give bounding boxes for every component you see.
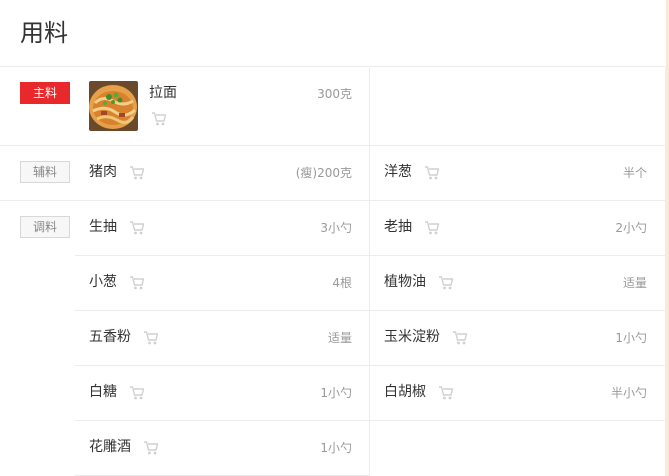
ingredient-amount: 半小勺	[610, 386, 647, 400]
ingredient-amount: 适量	[327, 331, 352, 345]
ingredient-name[interactable]: 五香粉	[89, 328, 131, 346]
divider	[0, 200, 666, 201]
ingredient-name[interactable]: 小葱	[89, 273, 117, 291]
ingredient-amount: (瘦)200克	[295, 166, 352, 180]
divider	[0, 145, 666, 146]
divider	[75, 365, 666, 366]
seasoning-tag: 调料	[20, 216, 70, 238]
ingredient-name[interactable]: 白糖	[89, 383, 117, 401]
ingredients-header: 用料	[0, 0, 666, 67]
page-title: 用料	[20, 19, 68, 47]
ingredient-name[interactable]: 拉面	[149, 84, 177, 102]
shopping-cart-icon[interactable]	[129, 165, 145, 181]
column-divider	[665, 68, 666, 476]
ingredient-amount: 300克	[317, 87, 352, 101]
noodle-thumbnail[interactable]	[89, 81, 138, 131]
shopping-cart-icon[interactable]	[143, 440, 159, 456]
shopping-cart-icon[interactable]	[129, 275, 145, 291]
main-ingredient-tag: 主料	[20, 82, 70, 104]
column-divider	[369, 68, 370, 476]
ingredient-amount: 1小勺	[615, 331, 647, 345]
ingredient-amount: 适量	[622, 276, 647, 290]
ingredient-name[interactable]: 白胡椒	[384, 383, 426, 401]
ingredient-name[interactable]: 玉米淀粉	[384, 328, 440, 346]
divider	[75, 255, 666, 256]
divider	[75, 420, 666, 421]
ingredient-name[interactable]: 花雕酒	[89, 438, 131, 456]
shopping-cart-icon[interactable]	[452, 330, 468, 346]
aux-ingredient-tag: 辅料	[20, 161, 70, 183]
shopping-cart-icon[interactable]	[424, 165, 440, 181]
shopping-cart-icon[interactable]	[438, 275, 454, 291]
ingredient-name[interactable]: 猪肉	[89, 163, 117, 181]
ingredient-amount: 4根	[332, 276, 352, 290]
shopping-cart-icon[interactable]	[129, 385, 145, 401]
ingredient-name[interactable]: 植物油	[384, 273, 426, 291]
shopping-cart-icon[interactable]	[129, 220, 145, 236]
ingredient-name[interactable]: 生抽	[89, 218, 117, 236]
ingredient-amount: 半个	[622, 166, 647, 180]
shopping-cart-icon[interactable]	[438, 385, 454, 401]
shopping-cart-icon[interactable]	[143, 330, 159, 346]
ingredient-amount: 3小勺	[320, 221, 352, 235]
divider	[75, 310, 666, 311]
ingredient-name[interactable]: 老抽	[384, 218, 412, 236]
ingredient-name[interactable]: 洋葱	[384, 163, 412, 181]
shopping-cart-icon[interactable]	[151, 111, 167, 127]
ingredient-amount: 2小勺	[615, 221, 647, 235]
ingredient-amount: 1小勺	[320, 441, 352, 455]
shopping-cart-icon[interactable]	[424, 220, 440, 236]
ingredient-amount: 1小勺	[320, 386, 352, 400]
